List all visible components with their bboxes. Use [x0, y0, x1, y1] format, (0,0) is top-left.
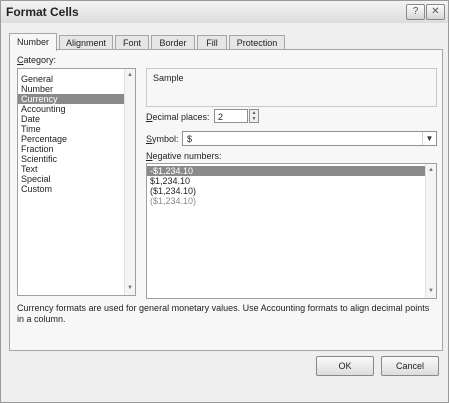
category-scrollbar[interactable]: ▲ ▼ — [124, 69, 135, 295]
tab-alignment[interactable]: Alignment — [59, 35, 113, 50]
help-icon: ? — [412, 6, 419, 17]
tab-border[interactable]: Border — [151, 35, 195, 50]
symbol-select[interactable]: $ ▼ — [182, 131, 437, 146]
tab-number[interactable]: Number — [9, 33, 57, 51]
spin-down-icon[interactable]: ▼ — [250, 116, 258, 122]
category-item-special[interactable]: Special — [18, 174, 128, 184]
category-item-scientific[interactable]: Scientific — [18, 154, 128, 164]
decimal-places-spinner[interactable]: ▲ ▼ — [249, 109, 259, 123]
format-description: Currency formats are used for general mo… — [17, 303, 430, 324]
number-tab-panel: Category: General Number Currency Accoun… — [9, 49, 443, 351]
category-item-date[interactable]: Date — [18, 114, 128, 124]
negative-item-1[interactable]: -$1,234.10 — [147, 166, 426, 176]
help-button[interactable]: ? — [406, 4, 425, 20]
dialog-title: Format Cells — [6, 5, 79, 19]
category-item-fraction[interactable]: Fraction — [18, 144, 128, 154]
negative-item-4[interactable]: ($1,234.10) — [147, 196, 426, 206]
symbol-label: Symbol: — [146, 134, 179, 144]
category-label: Category: — [17, 55, 57, 65]
category-item-general[interactable]: General — [18, 74, 128, 84]
category-item-accounting[interactable]: Accounting — [18, 104, 128, 114]
chevron-down-icon[interactable]: ▼ — [422, 132, 436, 145]
cancel-button[interactable]: Cancel — [381, 356, 439, 376]
negative-numbers-list[interactable]: -$1,234.10 $1,234.10 ($1,234.10) ($1,234… — [146, 163, 437, 299]
negative-item-3[interactable]: ($1,234.10) — [147, 186, 426, 196]
category-item-custom[interactable]: Custom — [18, 184, 128, 194]
sample-label: Sample — [153, 73, 184, 83]
category-item-time[interactable]: Time — [18, 124, 128, 134]
scroll-up-icon[interactable]: ▲ — [125, 71, 135, 80]
close-icon: ✕ — [431, 6, 440, 17]
decimal-places-input[interactable]: 2 — [214, 109, 248, 123]
category-list[interactable]: General Number Currency Accounting Date … — [17, 68, 136, 296]
ok-button[interactable]: OK — [316, 356, 374, 376]
negative-item-2[interactable]: $1,234.10 — [147, 176, 426, 186]
close-button[interactable]: ✕ — [426, 4, 445, 20]
title-bar: Format Cells ? ✕ — [1, 1, 448, 23]
category-item-currency[interactable]: Currency — [18, 94, 128, 104]
category-item-number[interactable]: Number — [18, 84, 128, 94]
decimal-places-label: Decimal places: — [146, 112, 210, 122]
category-item-text[interactable]: Text — [18, 164, 128, 174]
negative-numbers-label: Negative numbers: — [146, 151, 222, 161]
tab-font[interactable]: Font — [115, 35, 149, 50]
format-cells-dialog: Format Cells ? ✕ Number Alignment Font B… — [0, 0, 449, 403]
scroll-down-icon[interactable]: ▼ — [426, 287, 436, 296]
scroll-up-icon[interactable]: ▲ — [426, 166, 436, 175]
symbol-value: $ — [187, 134, 193, 144]
category-item-percentage[interactable]: Percentage — [18, 134, 128, 144]
tab-fill[interactable]: Fill — [197, 35, 227, 50]
scroll-down-icon[interactable]: ▼ — [125, 284, 135, 293]
sample-box: Sample — [146, 68, 437, 107]
tab-protection[interactable]: Protection — [229, 35, 285, 50]
negative-numbers-scrollbar[interactable]: ▲ ▼ — [425, 164, 436, 298]
